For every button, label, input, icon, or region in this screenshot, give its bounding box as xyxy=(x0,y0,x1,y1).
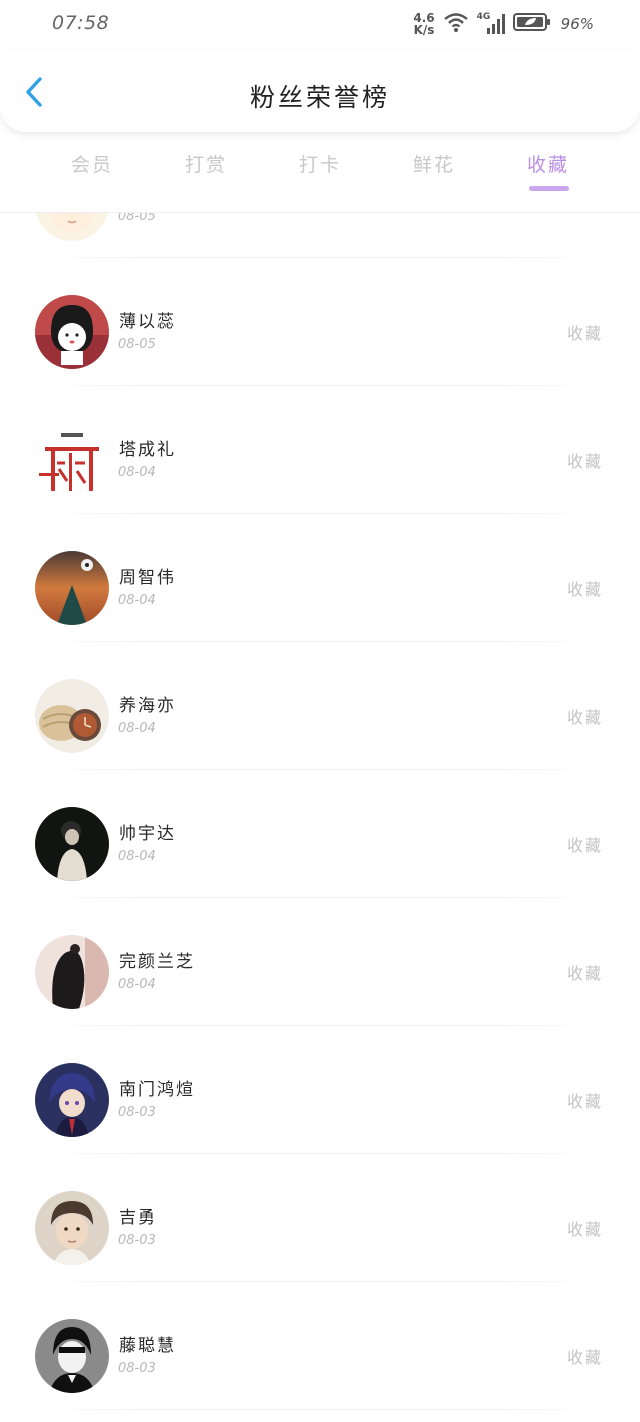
net-speed: 4.6 K/s xyxy=(413,12,434,36)
tab-flowers[interactable]: 鲜花 xyxy=(394,150,474,177)
favorite-label: 收藏 xyxy=(566,452,603,471)
favorite-label: 收藏 xyxy=(566,1348,603,1367)
avatar[interactable] xyxy=(35,551,109,625)
avatar[interactable] xyxy=(35,935,109,1009)
fan-date: 08-05 xyxy=(118,213,156,224)
list-item[interactable]: 塔成礼 08-04 收藏 xyxy=(0,386,640,514)
fan-list-content: 08-05 收藏 薄以蕊 08-05 收藏 xyxy=(0,213,640,1410)
favorite-label: 收藏 xyxy=(566,1092,603,1111)
tab-member[interactable]: 会员 xyxy=(52,150,132,177)
list-item[interactable]: 08-05 收藏 xyxy=(0,213,640,258)
avatar[interactable] xyxy=(35,807,109,881)
list-item[interactable]: 南门鸿煊 08-03 收藏 xyxy=(0,1026,640,1154)
net-speed-unit: K/s xyxy=(413,23,435,37)
favorite-label: 收藏 xyxy=(566,324,603,343)
fan-name: 周智伟 xyxy=(119,568,176,588)
fan-date: 08-03 xyxy=(118,1233,156,1248)
favorite-label: 收藏 xyxy=(566,580,603,599)
favorite-label: 收藏 xyxy=(567,213,603,216)
avatar[interactable] xyxy=(35,295,109,369)
battery-icon xyxy=(512,12,551,36)
favorite-label: 收藏 xyxy=(566,964,603,983)
fan-date: 08-04 xyxy=(118,721,156,736)
fan-name: 薄以蕊 xyxy=(119,312,176,332)
fan-date: 08-04 xyxy=(118,977,156,992)
list-item[interactable]: 藤聪慧 08-03 收藏 xyxy=(0,1282,640,1410)
list-item[interactable]: 吉勇 08-03 收藏 xyxy=(0,1154,640,1282)
fan-date: 08-03 xyxy=(118,1361,156,1376)
fan-date: 08-03 xyxy=(118,1105,156,1120)
favorite-label: 收藏 xyxy=(566,708,603,727)
tab-bar: 会员 打赏 打卡 鲜花 收藏 xyxy=(0,144,640,200)
avatar[interactable] xyxy=(35,1319,109,1393)
list-item[interactable]: 完颜兰芝 08-04 收藏 xyxy=(0,898,640,1026)
fan-name: 南门鸿煊 xyxy=(119,1080,195,1100)
header-bar: 粉丝荣誉榜 xyxy=(0,50,640,132)
fan-name: 完颜兰芝 xyxy=(119,952,195,972)
favorite-label: 收藏 xyxy=(566,1220,603,1239)
wifi-icon xyxy=(443,11,469,37)
fan-list[interactable]: 08-05 收藏 薄以蕊 08-05 收藏 xyxy=(0,213,640,1422)
status-bar: 07:58 4.6 K/s 4G 96% xyxy=(0,0,640,48)
tab-checkin[interactable]: 打卡 xyxy=(280,150,360,177)
favorite-label: 收藏 xyxy=(566,836,603,855)
status-icons: 4.6 K/s 4G 96% xyxy=(413,9,594,39)
list-item[interactable]: 薄以蕊 08-05 收藏 xyxy=(0,258,640,386)
avatar[interactable] xyxy=(35,213,109,241)
active-tab-indicator xyxy=(529,186,569,191)
fan-name: 藤聪慧 xyxy=(119,1336,176,1356)
fan-name: 吉勇 xyxy=(119,1208,157,1228)
avatar[interactable] xyxy=(35,1191,109,1265)
list-item[interactable]: 养海亦 08-04 收藏 xyxy=(0,642,640,770)
battery-percent: 96% xyxy=(560,15,594,33)
tab-favorites[interactable]: 收藏 xyxy=(508,150,588,177)
signal-icon: 4G xyxy=(477,12,505,36)
fan-date: 08-04 xyxy=(118,465,156,480)
avatar[interactable] xyxy=(35,679,109,753)
fan-date: 08-05 xyxy=(118,337,156,352)
list-item[interactable]: 帅宇达 08-04 收藏 xyxy=(0,770,640,898)
page-title: 粉丝荣誉榜 xyxy=(249,83,390,112)
list-item[interactable]: 周智伟 08-04 收藏 xyxy=(0,514,640,642)
fan-name: 帅宇达 xyxy=(119,824,176,844)
avatar[interactable] xyxy=(35,423,109,497)
avatar[interactable] xyxy=(35,1063,109,1137)
fan-date: 08-04 xyxy=(118,593,156,608)
fan-name: 塔成礼 xyxy=(119,440,176,460)
tab-reward[interactable]: 打赏 xyxy=(166,150,246,177)
fan-date: 08-04 xyxy=(118,849,156,864)
fan-name: 养海亦 xyxy=(119,696,176,716)
status-time: 07:58 xyxy=(52,12,110,34)
